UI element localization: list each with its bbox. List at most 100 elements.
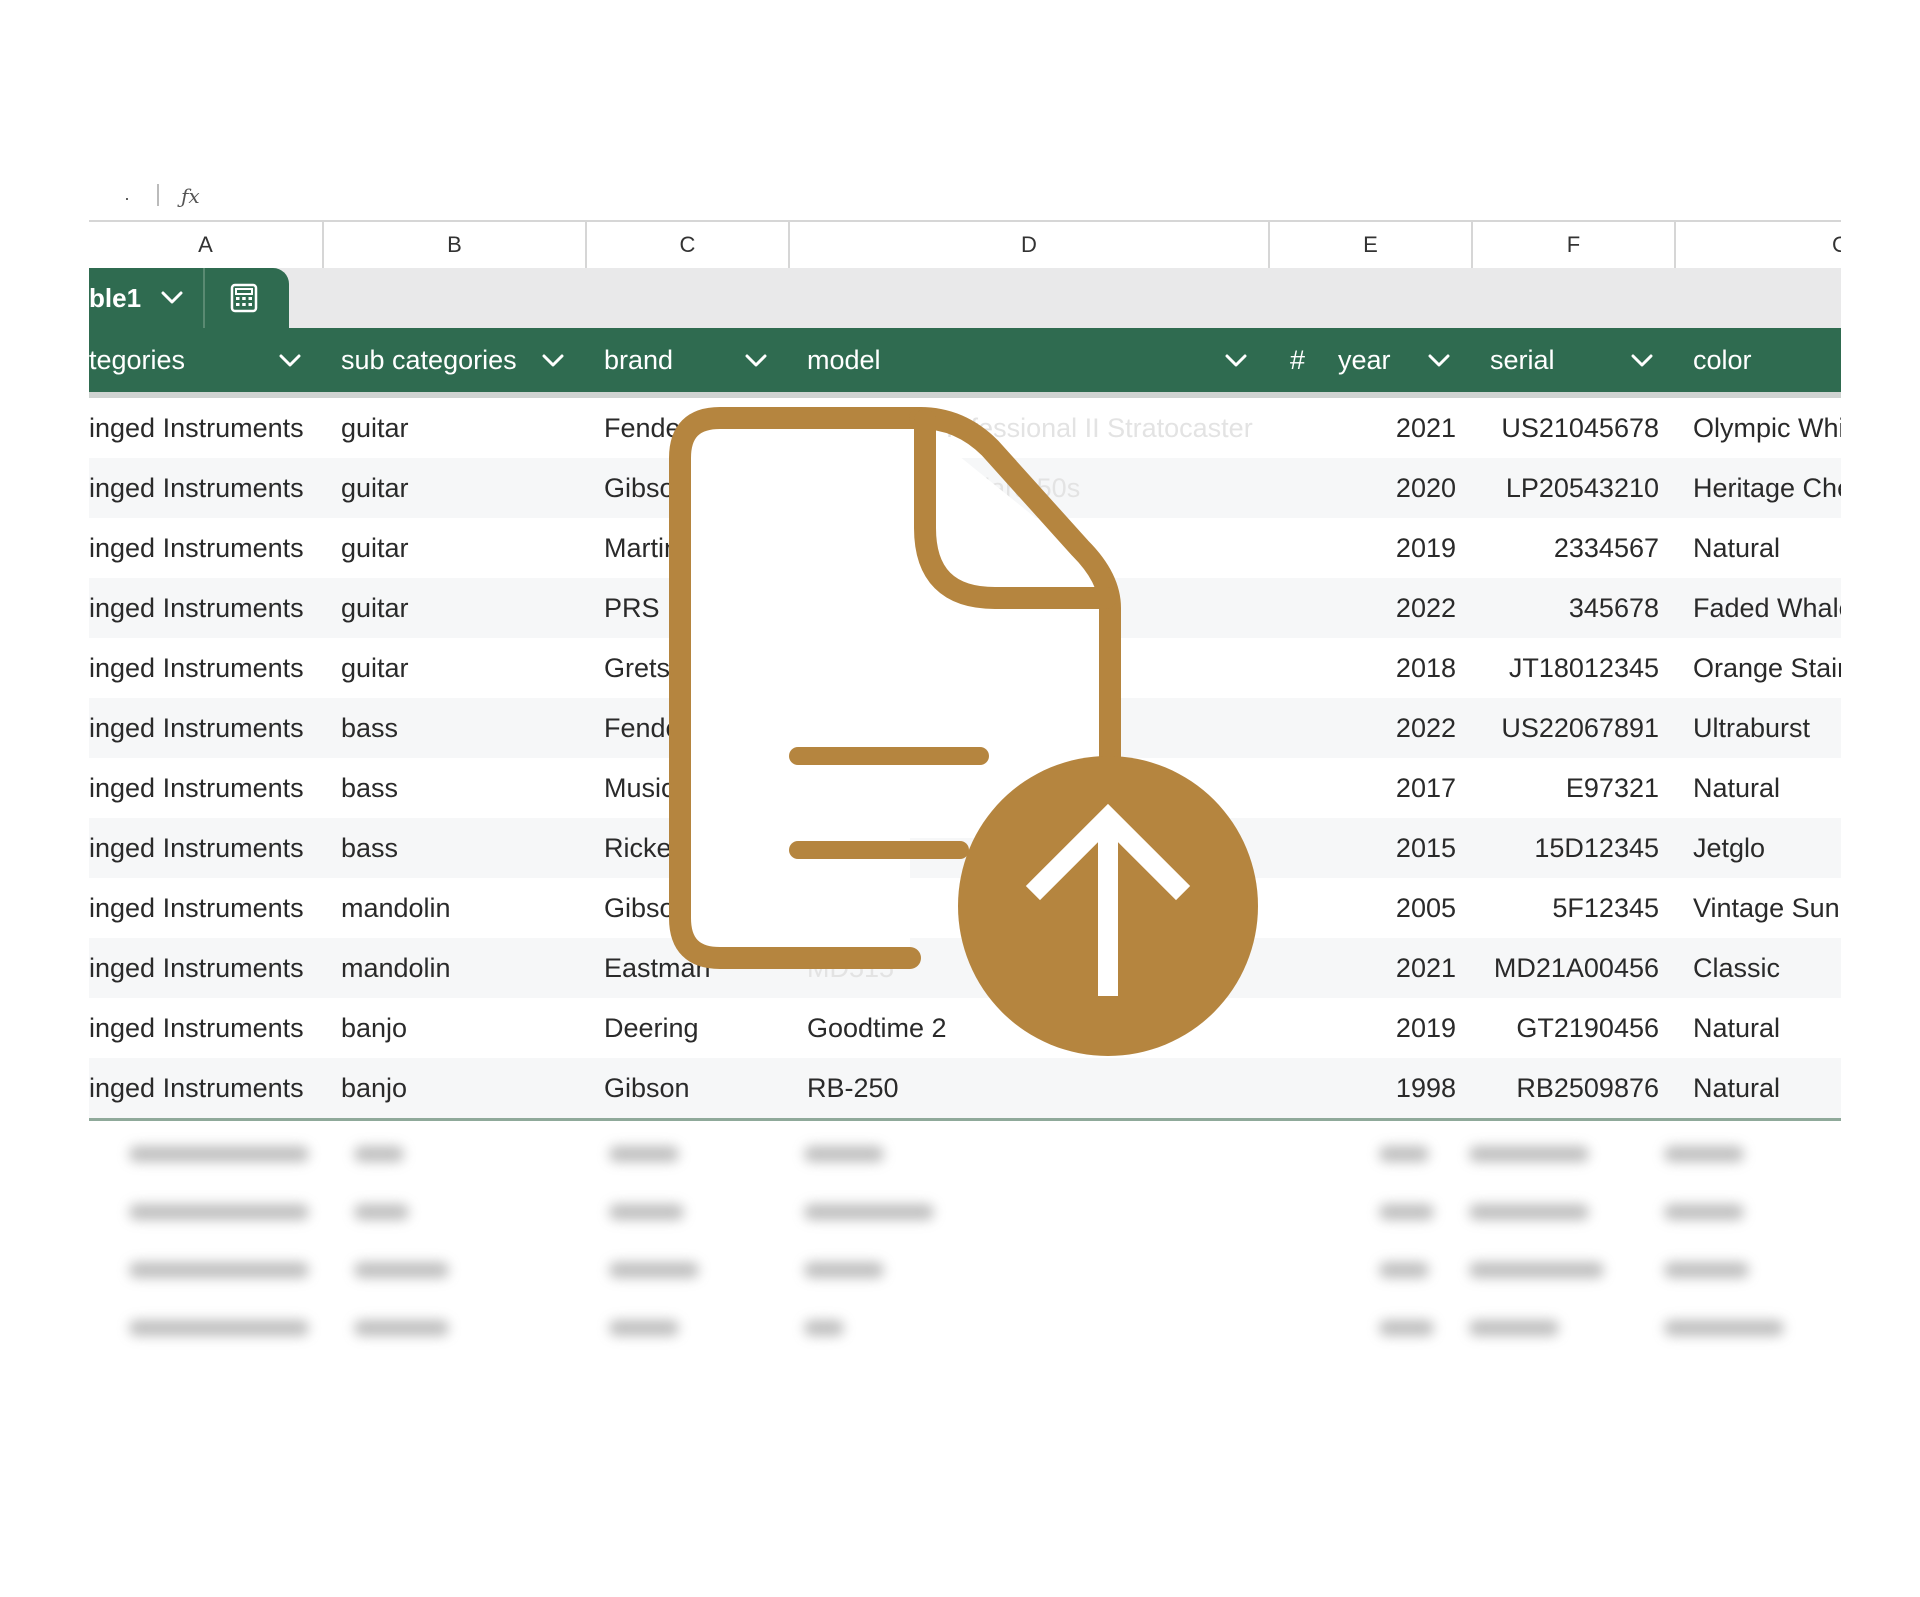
cell-year[interactable]: 2021: [1270, 398, 1473, 458]
cell-serial[interactable]: US22067891: [1473, 698, 1676, 758]
cell-category[interactable]: inged Instruments: [89, 938, 324, 998]
blurred-text: [129, 1204, 309, 1220]
cell-color[interactable]: Orange Stair: [1676, 638, 1841, 698]
cell-serial[interactable]: US21045678: [1473, 398, 1676, 458]
cell-sub-category[interactable]: guitar: [324, 398, 587, 458]
cell-serial[interactable]: JT18012345: [1473, 638, 1676, 698]
cell-year[interactable]: 2020: [1270, 458, 1473, 518]
header-model[interactable]: model: [790, 328, 1270, 392]
cell-color[interactable]: Heritage Che: [1676, 458, 1841, 518]
cell-category[interactable]: inged Instruments: [89, 758, 324, 818]
cell-year[interactable]: 2005: [1270, 878, 1473, 938]
cell-category[interactable]: inged Instruments: [89, 458, 324, 518]
cell-serial[interactable]: E97321: [1473, 758, 1676, 818]
column-letter-header: A B C D E F G: [89, 220, 1841, 270]
blurred-rows: [89, 1124, 1841, 1364]
cell-serial[interactable]: MD21A00456: [1473, 938, 1676, 998]
table-name[interactable]: ble1: [89, 268, 141, 328]
column-letter-b[interactable]: B: [324, 222, 587, 268]
cell-color[interactable]: Natural: [1676, 1058, 1841, 1118]
cell-year[interactable]: 2022: [1270, 578, 1473, 638]
cell-category[interactable]: inged Instruments: [89, 818, 324, 878]
cell-color[interactable]: Natural: [1676, 758, 1841, 818]
cell-sub-category[interactable]: mandolin: [324, 938, 587, 998]
cell-year[interactable]: 1998: [1270, 1058, 1473, 1118]
chevron-down-icon[interactable]: [279, 354, 301, 368]
blurred-text: [1469, 1262, 1604, 1278]
page: · ƒx A B C D E F G ble1 tegories sub cat…: [0, 0, 1920, 1597]
cell-serial[interactable]: 2334567: [1473, 518, 1676, 578]
cell-sub-category[interactable]: guitar: [324, 638, 587, 698]
cell-color[interactable]: Ultraburst: [1676, 698, 1841, 758]
cell-color[interactable]: Classic: [1676, 938, 1841, 998]
cell-serial[interactable]: GT2190456: [1473, 998, 1676, 1058]
header-year[interactable]: # year: [1270, 328, 1473, 392]
cell-year[interactable]: 2021: [1270, 938, 1473, 998]
cell-year[interactable]: 2015: [1270, 818, 1473, 878]
calculator-icon[interactable]: [229, 283, 259, 313]
cell-sub-category[interactable]: bass: [324, 758, 587, 818]
chevron-down-icon[interactable]: [1428, 354, 1450, 368]
cell-serial[interactable]: RB2509876: [1473, 1058, 1676, 1118]
table-tab[interactable]: ble1: [89, 268, 289, 328]
blurred-text: [609, 1204, 684, 1220]
header-categories[interactable]: tegories: [89, 328, 324, 392]
fx-icon[interactable]: ƒx: [181, 184, 200, 208]
cell-year[interactable]: 2017: [1270, 758, 1473, 818]
cell-sub-category[interactable]: guitar: [324, 518, 587, 578]
chevron-down-icon[interactable]: [1225, 354, 1247, 368]
cell-category[interactable]: inged Instruments: [89, 878, 324, 938]
cell-color[interactable]: Natural: [1676, 518, 1841, 578]
header-serial[interactable]: serial: [1473, 328, 1676, 392]
blurred-text: [354, 1320, 449, 1336]
cell-model[interactable]: RB-250: [790, 1058, 1270, 1118]
cell-color[interactable]: Natural: [1676, 998, 1841, 1058]
cell-category[interactable]: inged Instruments: [89, 698, 324, 758]
column-letter-f[interactable]: F: [1473, 222, 1676, 268]
chevron-down-icon[interactable]: [745, 354, 767, 368]
cell-sub-category[interactable]: bass: [324, 818, 587, 878]
cell-color[interactable]: Faded Whale: [1676, 578, 1841, 638]
cell-sub-category[interactable]: banjo: [324, 1058, 587, 1118]
header-brand[interactable]: brand: [587, 328, 790, 392]
column-letter-a[interactable]: A: [89, 222, 324, 268]
cell-sub-category[interactable]: guitar: [324, 578, 587, 638]
cell-serial[interactable]: 5F12345: [1473, 878, 1676, 938]
column-letter-g[interactable]: G: [1676, 222, 1841, 268]
cell-category[interactable]: inged Instruments: [89, 398, 324, 458]
cell-color[interactable]: Vintage Sunb: [1676, 878, 1841, 938]
cell-category[interactable]: inged Instruments: [89, 998, 324, 1058]
header-color[interactable]: color: [1676, 328, 1841, 392]
header-sub-categories[interactable]: sub categories: [324, 328, 587, 392]
cell-serial[interactable]: 345678: [1473, 578, 1676, 638]
cell-year[interactable]: 2018: [1270, 638, 1473, 698]
chevron-down-icon[interactable]: [161, 290, 183, 306]
cell-year[interactable]: 2019: [1270, 998, 1473, 1058]
cell-sub-category[interactable]: guitar: [324, 458, 587, 518]
table-header-row: tegories sub categories brand model # ye…: [89, 328, 1841, 398]
blurred-text: [1664, 1146, 1744, 1162]
cell-serial[interactable]: 15D12345: [1473, 818, 1676, 878]
cell-year[interactable]: 2019: [1270, 518, 1473, 578]
blurred-text: [1379, 1204, 1434, 1220]
cell-sub-category[interactable]: mandolin: [324, 878, 587, 938]
arrow-up-icon: [958, 756, 1258, 1056]
cell-color[interactable]: Jetglo: [1676, 818, 1841, 878]
cell-sub-category[interactable]: bass: [324, 698, 587, 758]
cell-category[interactable]: inged Instruments: [89, 518, 324, 578]
cell-brand[interactable]: Gibson: [587, 1058, 790, 1118]
column-letter-c[interactable]: C: [587, 222, 790, 268]
cell-category[interactable]: inged Instruments: [89, 1058, 324, 1118]
table-row[interactable]: inged Instruments banjo Gibson RB-250 1998 RB…: [89, 1058, 1841, 1118]
column-letter-e[interactable]: E: [1270, 222, 1473, 268]
cell-category[interactable]: inged Instruments: [89, 638, 324, 698]
chevron-down-icon[interactable]: [542, 354, 564, 368]
column-letter-d[interactable]: D: [790, 222, 1270, 268]
header-label: serial: [1490, 345, 1555, 375]
cell-sub-category[interactable]: banjo: [324, 998, 587, 1058]
cell-color[interactable]: Olympic Whi: [1676, 398, 1841, 458]
cell-category[interactable]: inged Instruments: [89, 578, 324, 638]
cell-serial[interactable]: LP20543210: [1473, 458, 1676, 518]
cell-year[interactable]: 2022: [1270, 698, 1473, 758]
chevron-down-icon[interactable]: [1631, 354, 1653, 368]
